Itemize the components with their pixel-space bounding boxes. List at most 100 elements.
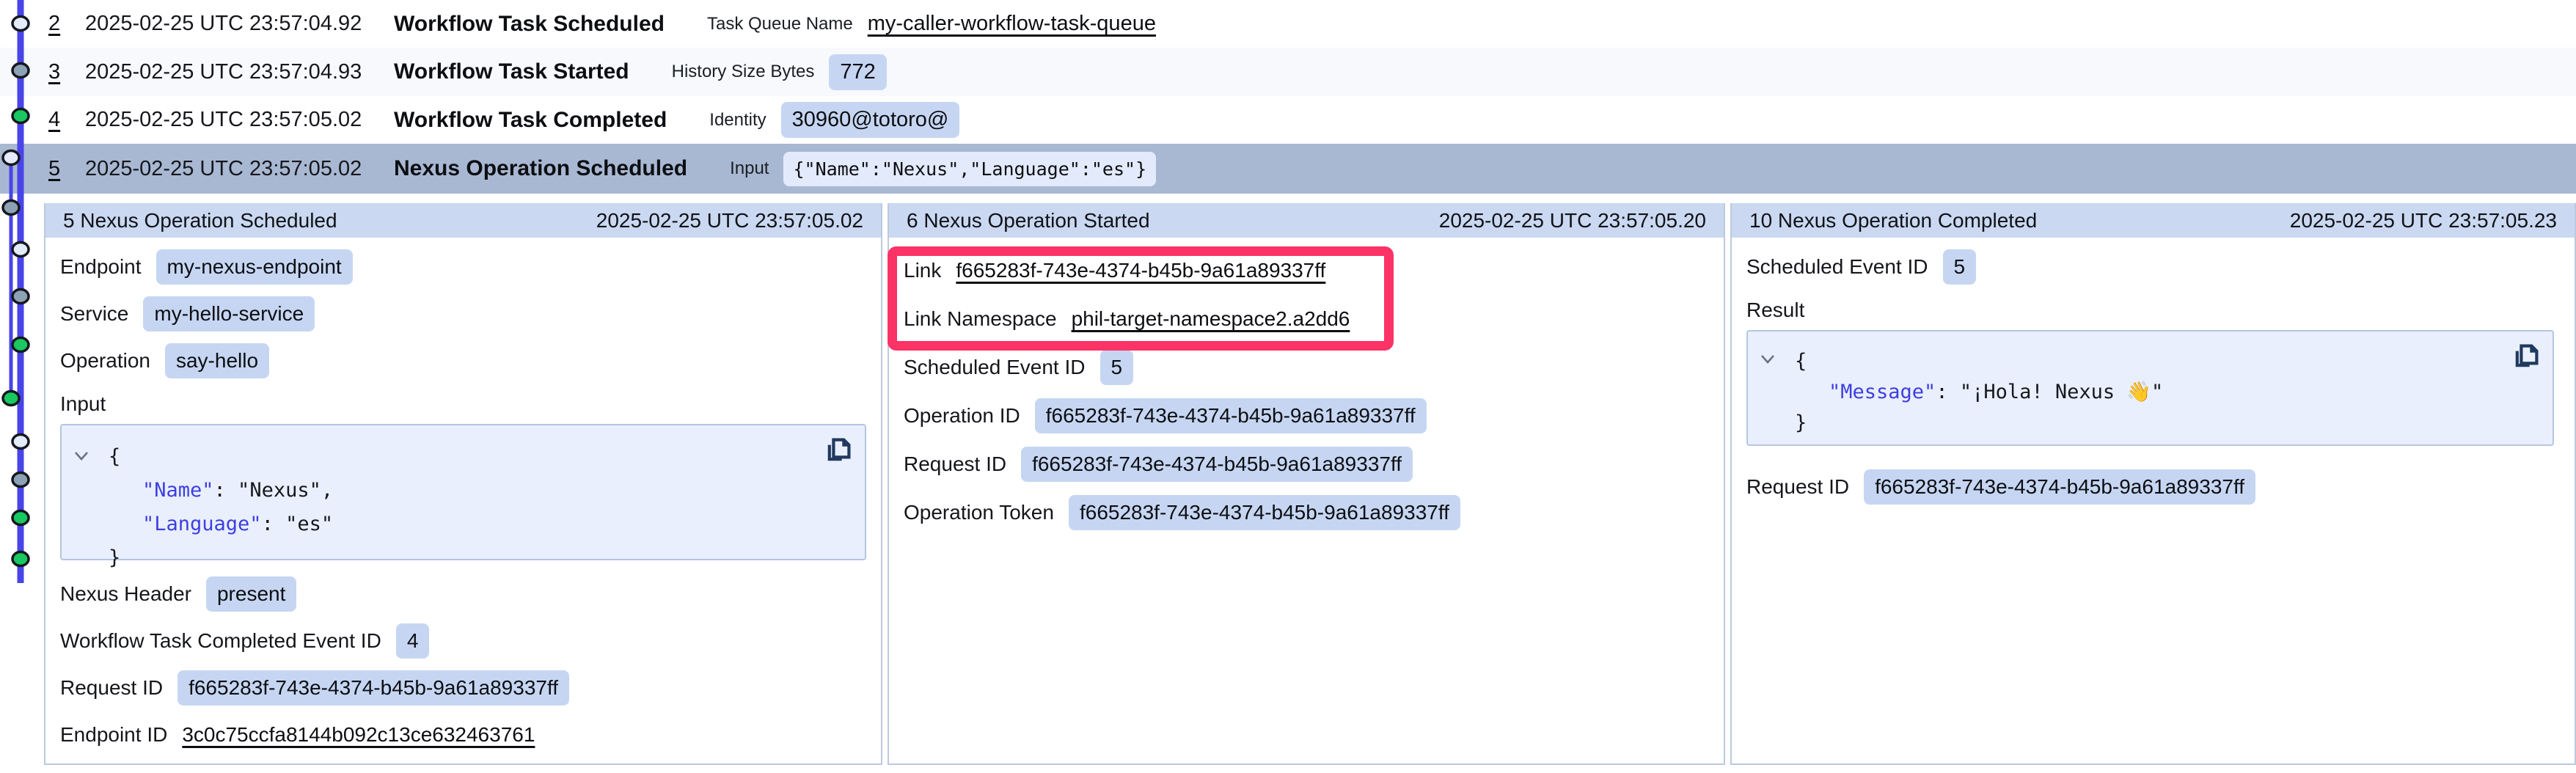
nexus-operation-panels: 5 Nexus Operation Scheduled 2025-02-25 U… (44, 203, 2576, 765)
timeline-dot-scheduled (12, 243, 29, 257)
field-label: Scheduled Event ID (1746, 255, 1928, 279)
timeline-dot-completed (12, 109, 29, 123)
event-timestamp: 2025-02-25 UTC 23:57:05.02 (85, 157, 394, 181)
field-label: Operation ID (904, 404, 1020, 428)
timeline-dot-scheduled (12, 435, 29, 449)
panel-timestamp: 2025-02-25 UTC 23:57:05.02 (596, 209, 863, 232)
panel-title: 6 Nexus Operation Started (907, 209, 1150, 232)
field-endpoint-id: Endpoint ID 3c0c75ccfa8144b092c13ce63246… (60, 711, 866, 758)
request-id-badge: f665283f-743e-4374-b45b-9a61a89337ff (1864, 469, 2255, 505)
field-label: Request ID (60, 676, 163, 700)
timeline-dot-scheduled (3, 151, 19, 165)
timeline-dot-completed (3, 392, 19, 406)
panel-title: 5 Nexus Operation Scheduled (63, 209, 337, 232)
event-type: Workflow Task Completed (394, 108, 667, 133)
field-operation: Operation say-hello (60, 337, 866, 384)
json-close-brace: } (75, 541, 821, 575)
event-id-link[interactable]: 3 (48, 60, 69, 84)
event-id-link[interactable]: 2 (48, 12, 69, 36)
timeline-dot-scheduled (12, 17, 29, 31)
copy-icon[interactable] (822, 436, 853, 466)
event-history-rows: 2 2025-02-25 UTC 23:57:04.92 Workflow Ta… (0, 0, 2576, 194)
field-wftc-event-id: Workflow Task Completed Event ID 4 (60, 618, 866, 664)
field-label: Request ID (904, 453, 1006, 476)
service-badge: my-hello-service (143, 296, 315, 331)
field-label: Endpoint (60, 255, 142, 279)
field-label: Operation (60, 349, 150, 373)
link-namespace-link[interactable]: phil-target-namespace2.a2dd6 (1072, 307, 1350, 331)
event-row-5-selected[interactable]: 5 2025-02-25 UTC 23:57:05.02 Nexus Opera… (0, 144, 2576, 194)
json-line: "Message": "¡Hola! Nexus 👋" (1761, 377, 2509, 408)
json-open-brace: { (75, 440, 821, 474)
field-label: Request ID (1746, 475, 1849, 499)
request-id-badge: f665283f-743e-4374-b45b-9a61a89337ff (1021, 447, 1413, 482)
history-size-badge: 772 (829, 54, 886, 90)
panel-nexus-operation-scheduled: 5 Nexus Operation Scheduled 2025-02-25 U… (44, 203, 882, 765)
panel-title: 10 Nexus Operation Completed (1749, 209, 2037, 232)
timeline-dot-completed (12, 552, 29, 566)
panel-timestamp: 2025-02-25 UTC 23:57:05.20 (1439, 209, 1706, 232)
field-link: Link f665283f-743e-4374-b45b-9a61a89337f… (904, 246, 1709, 295)
event-timestamp: 2025-02-25 UTC 23:57:04.93 (85, 60, 394, 84)
task-queue-link[interactable]: my-caller-workflow-task-queue (868, 12, 1156, 36)
field-request-id: Request ID f665283f-743e-4374-b45b-9a61a… (904, 440, 1709, 488)
result-section-label: Result (1746, 290, 2560, 330)
field-request-id: Request ID f665283f-743e-4374-b45b-9a61a… (60, 664, 866, 711)
timeline-dot-started (3, 201, 19, 215)
event-detail-label: Identity (709, 110, 766, 131)
json-close-brace: } (1761, 408, 2509, 439)
panel-header: 6 Nexus Operation Started 2025-02-25 UTC… (889, 203, 1724, 238)
operation-token-badge: f665283f-743e-4374-b45b-9a61a89337ff (1069, 495, 1460, 530)
field-label: Link (904, 259, 941, 282)
event-row-2[interactable]: 2 2025-02-25 UTC 23:57:04.92 Workflow Ta… (0, 0, 2576, 48)
json-line: "Language": "es" (75, 508, 821, 541)
field-label: Nexus Header (60, 582, 191, 606)
timeline-dot-completed (12, 338, 29, 352)
panel-nexus-operation-completed: 10 Nexus Operation Completed 2025-02-25 … (1730, 203, 2576, 765)
timeline-dot-started (12, 64, 29, 78)
event-type: Nexus Operation Scheduled (394, 156, 687, 181)
event-row-4[interactable]: 4 2025-02-25 UTC 23:57:05.02 Workflow Ta… (0, 96, 2576, 144)
wftc-event-id-badge: 4 (396, 623, 430, 659)
event-id-link[interactable]: 4 (48, 108, 69, 132)
request-id-badge: f665283f-743e-4374-b45b-9a61a89337ff (178, 670, 569, 706)
panel-nexus-operation-started: 6 Nexus Operation Started 2025-02-25 UTC… (888, 203, 1725, 765)
field-label: Operation Token (904, 501, 1054, 524)
field-operation-token: Operation Token f665283f-743e-4374-b45b-… (904, 488, 1709, 537)
link-event-link[interactable]: f665283f-743e-4374-b45b-9a61a89337ff (956, 259, 1325, 282)
timeline-dot-started (12, 473, 29, 487)
event-id-link[interactable]: 5 (48, 157, 69, 181)
event-detail-label: Task Queue Name (707, 14, 853, 34)
scheduled-event-id-badge: 5 (1943, 249, 1977, 285)
field-label: Workflow Task Completed Event ID (60, 629, 381, 653)
timeline-dot-started (12, 290, 29, 304)
field-link-namespace: Link Namespace phil-target-namespace2.a2… (904, 295, 1709, 343)
field-request-id: Request ID f665283f-743e-4374-b45b-9a61a… (1746, 464, 2560, 510)
endpoint-id-link[interactable]: 3c0c75ccfa8144b092c13ce632463761 (182, 723, 535, 747)
copy-icon[interactable] (2510, 342, 2541, 373)
field-scheduled-event-id: Scheduled Event ID 5 (1746, 243, 2560, 290)
field-scheduled-event-id: Scheduled Event ID 5 (904, 343, 1709, 392)
input-section-label: Input (60, 384, 866, 424)
field-label: Scheduled Event ID (904, 356, 1086, 379)
field-operation-id: Operation ID f665283f-743e-4374-b45b-9a6… (904, 392, 1709, 440)
field-nexus-header: Nexus Header present (60, 571, 866, 618)
event-detail-label: History Size Bytes (672, 62, 815, 82)
event-timestamp: 2025-02-25 UTC 23:57:05.02 (85, 108, 394, 132)
timeline-dot-completed (12, 511, 29, 525)
event-row-3[interactable]: 3 2025-02-25 UTC 23:57:04.93 Workflow Ta… (0, 48, 2576, 96)
scheduled-event-id-badge: 5 (1100, 350, 1134, 385)
json-open-brace: { (1761, 346, 2509, 377)
endpoint-badge: my-nexus-endpoint (156, 249, 353, 285)
operation-id-badge: f665283f-743e-4374-b45b-9a61a89337ff (1035, 398, 1427, 433)
input-json-badge: {"Name":"Nexus","Language":"es"} (783, 152, 1156, 186)
json-line: "Name": "Nexus", (75, 474, 821, 508)
field-label: Endpoint ID (60, 723, 167, 747)
field-label: Link Namespace (904, 307, 1057, 331)
field-endpoint: Endpoint my-nexus-endpoint (60, 243, 866, 290)
result-json-viewer: { "Message": "¡Hola! Nexus 👋" } (1746, 330, 2554, 446)
event-type: Workflow Task Scheduled (394, 12, 665, 37)
identity-badge: 30960@totoro@ (781, 102, 960, 138)
event-detail-label: Input (730, 158, 769, 179)
panel-timestamp: 2025-02-25 UTC 23:57:05.23 (2290, 209, 2557, 232)
